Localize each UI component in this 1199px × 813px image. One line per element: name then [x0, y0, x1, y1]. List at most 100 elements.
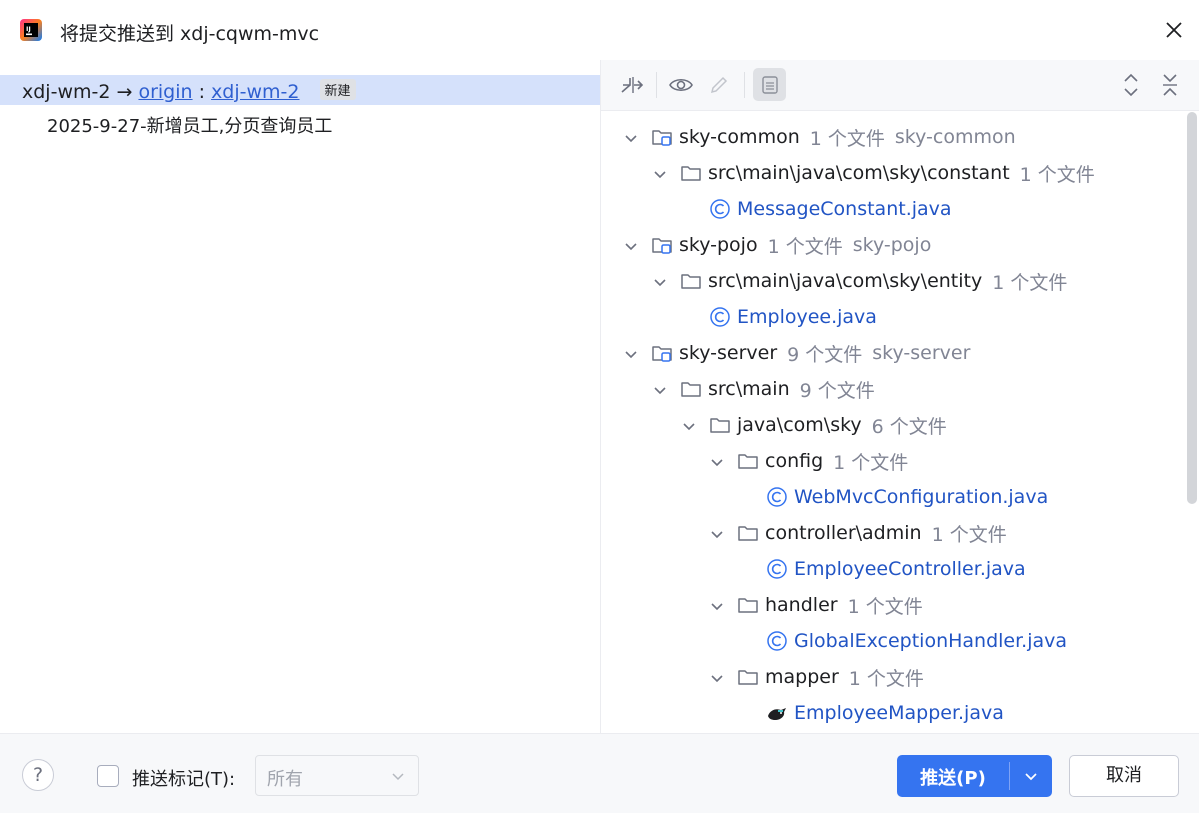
java-class-icon: [766, 630, 788, 652]
file-row[interactable]: EmployeeController.java: [766, 551, 1026, 587]
folder-icon: [737, 667, 759, 687]
branch-label: xdj-wm-2 → origin : xdj-wm-2 新建: [22, 79, 356, 103]
push-button[interactable]: 推送(P): [897, 755, 1052, 797]
file-count: 1 个文件: [992, 271, 1068, 294]
chevron-down-icon[interactable]: [709, 597, 725, 613]
java-class-icon: [766, 486, 788, 508]
file-name: Employee.java: [737, 306, 877, 328]
module-label: sky-common: [894, 126, 1016, 148]
file-count: 1 个文件: [1019, 163, 1095, 186]
branch-row[interactable]: xdj-wm-2 → origin : xdj-wm-2 新建: [0, 75, 600, 105]
chevron-down-icon[interactable]: [652, 273, 668, 289]
folder-row[interactable]: src\main\java\com\sky\constant 1 个文件: [652, 155, 1095, 191]
remote-branch-link[interactable]: xdj-wm-2: [211, 81, 299, 103]
chevron-down-icon[interactable]: [709, 525, 725, 541]
folder-name: java\com\sky: [737, 414, 862, 436]
module-row[interactable]: sky-pojo 1 个文件 sky-pojo: [623, 227, 931, 263]
folder-row[interactable]: mapper 1 个文件: [709, 659, 924, 695]
folder-row[interactable]: config 1 个文件: [709, 443, 908, 479]
help-button[interactable]: ?: [22, 759, 54, 791]
collapse-all-icon[interactable]: [1156, 71, 1184, 99]
chevron-down-icon: [1025, 773, 1037, 781]
file-row[interactable]: MessageConstant.java: [709, 191, 952, 227]
file-row[interactable]: GlobalExceptionHandler.java: [766, 623, 1067, 659]
new-branch-badge: 新建: [319, 79, 356, 100]
file-row[interactable]: EmployeeMapper.java: [766, 695, 1004, 731]
module-name: sky-pojo: [679, 234, 758, 256]
file-count: 9 个文件: [787, 343, 863, 366]
commits-panel: xdj-wm-2 → origin : xdj-wm-2 新建 2025-9-2…: [0, 60, 601, 733]
file-count: 6 个文件: [871, 415, 947, 438]
chevron-down-icon[interactable]: [681, 417, 697, 433]
toolbar-separator: [744, 72, 745, 98]
folder-row[interactable]: src\main\java\com\sky\entity 1 个文件: [652, 263, 1067, 299]
push-button-label: 推送(P): [920, 768, 986, 789]
file-row[interactable]: Employee.java: [709, 299, 877, 335]
folder-row[interactable]: src\main 9 个文件: [652, 371, 875, 407]
merge-arrows-icon[interactable]: [618, 71, 646, 99]
module-name: sky-server: [679, 342, 778, 364]
intellij-idea-logo-icon: IJ: [20, 19, 42, 41]
chevron-down-icon: [392, 773, 404, 781]
file-count: 1 个文件: [833, 451, 909, 474]
dialog-footer: ? 推送标记(T): 所有 推送(P) 取消: [0, 733, 1199, 813]
tags-select[interactable]: 所有: [255, 755, 419, 796]
svg-text:IJ: IJ: [26, 25, 31, 33]
mybatis-mapper-icon: [766, 702, 788, 724]
file-name: MessageConstant.java: [737, 198, 952, 220]
chevron-down-icon[interactable]: [709, 669, 725, 685]
file-name: WebMvcConfiguration.java: [794, 486, 1049, 508]
folder-name: src\main: [708, 378, 790, 400]
toolbar-separator: [656, 72, 657, 98]
module-row[interactable]: sky-common 1 个文件 sky-common: [623, 119, 1016, 155]
pencil-icon[interactable]: [705, 71, 733, 99]
module-folder-icon: [651, 127, 673, 147]
folder-name: src\main\java\com\sky\entity: [708, 270, 983, 292]
file-name: EmployeeMapper.java: [794, 702, 1004, 724]
changes-tree: sky-common 1 个文件 sky-common src\main\java\c…: [601, 111, 1183, 733]
file-count: 1 个文件: [848, 667, 924, 690]
module-label: sky-pojo: [852, 234, 932, 256]
folder-name: handler: [765, 594, 838, 616]
push-options-dropdown[interactable]: [1010, 755, 1052, 797]
title-bar: IJ 将提交推送到 xdj-cqwm-mvc: [0, 0, 1199, 60]
folder-row[interactable]: java\com\sky 6 个文件: [681, 407, 947, 443]
remote-link[interactable]: origin: [138, 81, 192, 103]
group-by-icon[interactable]: [753, 68, 786, 101]
module-name: sky-common: [679, 126, 800, 148]
changes-toolbar: [601, 60, 1199, 111]
folder-icon: [737, 523, 759, 543]
push-tags-label: 推送标记(T):: [132, 769, 236, 790]
push-tags-checkbox[interactable]: [97, 765, 119, 787]
scrollbar-thumb[interactable]: [1187, 112, 1197, 504]
file-count: 1 个文件: [809, 127, 885, 150]
folder-icon: [737, 595, 759, 615]
folder-row[interactable]: controller\admin 1 个文件: [709, 515, 1007, 551]
expand-all-icon[interactable]: [1117, 71, 1145, 99]
folder-name: controller\admin: [765, 522, 922, 544]
module-row[interactable]: sky-server 9 个文件 sky-server: [623, 335, 970, 371]
file-count: 1 个文件: [931, 523, 1007, 546]
chevron-down-icon[interactable]: [709, 453, 725, 469]
commit-item[interactable]: 2025-9-27-新增员工,分页查询员工: [47, 112, 332, 138]
eye-icon[interactable]: [667, 71, 695, 99]
folder-row[interactable]: handler 1 个文件: [709, 587, 923, 623]
java-class-icon: [709, 198, 731, 220]
folder-icon: [680, 271, 702, 291]
folder-icon: [680, 163, 702, 183]
file-row[interactable]: WebMvcConfiguration.java: [766, 479, 1048, 515]
push-commits-dialog: IJ 将提交推送到 xdj-cqwm-mvc xdj-wm-2 → origin…: [0, 0, 1199, 813]
chevron-down-icon[interactable]: [623, 129, 639, 145]
colon-separator: :: [198, 81, 206, 103]
module-label: sky-server: [872, 342, 971, 364]
chevron-down-icon[interactable]: [623, 237, 639, 253]
cancel-button[interactable]: 取消: [1069, 755, 1179, 797]
close-icon[interactable]: [1160, 16, 1188, 44]
folder-name: src\main\java\com\sky\constant: [708, 162, 1010, 184]
chevron-down-icon[interactable]: [623, 345, 639, 361]
chevron-down-icon[interactable]: [652, 381, 668, 397]
chevron-down-icon[interactable]: [652, 165, 668, 181]
module-folder-icon: [651, 235, 673, 255]
file-name: EmployeeController.java: [794, 558, 1026, 580]
folder-icon: [709, 415, 731, 435]
